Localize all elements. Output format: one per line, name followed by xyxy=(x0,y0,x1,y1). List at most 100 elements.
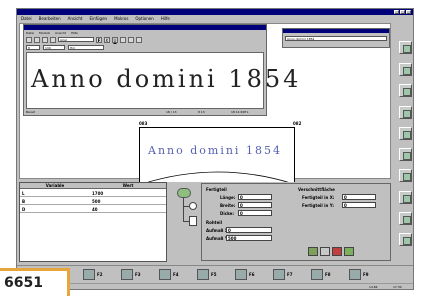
tree-panel xyxy=(171,186,199,236)
print-icon[interactable] xyxy=(50,37,56,43)
breite-field[interactable]: 0 xyxy=(238,202,272,208)
italic-icon[interactable]: K xyxy=(104,37,110,43)
table-row[interactable]: B 500 xyxy=(20,198,166,205)
status-coordinate: 14,84 xyxy=(369,285,378,289)
font-select[interactable]: Arial xyxy=(58,37,94,42)
delete-icon[interactable] xyxy=(332,247,342,256)
side-tool-icon-6[interactable] xyxy=(399,148,412,161)
fertigteil-y-field[interactable]: 0 xyxy=(342,202,376,208)
column-header-variable[interactable]: Variable xyxy=(20,183,90,189)
variable-table: Variable Wert L 1700 B 500 D 40 xyxy=(19,182,167,262)
side-tool-icon-1[interactable] xyxy=(399,41,412,54)
open-icon[interactable] xyxy=(34,37,40,43)
f3-icon xyxy=(121,269,133,280)
cell-variable: L xyxy=(22,191,25,196)
f6-icon xyxy=(235,269,247,280)
subwindow-menu: Datei Modulb Ansicht Hilfe xyxy=(26,31,78,35)
bold-icon[interactable]: F xyxy=(96,37,102,43)
minimize-button[interactable] xyxy=(394,10,399,14)
fertigteil-x-field[interactable]: 0 xyxy=(342,194,376,200)
cell-variable: B xyxy=(22,199,26,204)
workpiece-outline[interactable]: Anno domini 1854 xyxy=(139,127,295,184)
menu-einfuegen[interactable]: Einfügen xyxy=(89,16,107,21)
save-icon[interactable] xyxy=(42,37,48,43)
aufmass-y-field[interactable]: 500 xyxy=(226,235,272,241)
f3-button[interactable]: F3 xyxy=(121,269,155,281)
side-tool-icon-5[interactable] xyxy=(399,127,412,140)
width-field[interactable]: 130 xyxy=(43,44,65,50)
dicke-label: Dicke: xyxy=(220,211,234,216)
f5-icon xyxy=(197,269,209,280)
cell-value: 40 xyxy=(92,207,98,212)
close-button[interactable] xyxy=(406,10,411,14)
menu-datei[interactable]: Datei xyxy=(21,16,32,21)
table-row[interactable]: L 1700 xyxy=(20,190,166,197)
f5-button[interactable]: F5 xyxy=(197,269,231,281)
side-tool-icon-10[interactable] xyxy=(399,233,412,246)
parameter-panel: Fertigteil Länge: 0 Breite: 0 Dicke: 0 R… xyxy=(201,183,391,261)
table-row[interactable]: D 40 xyxy=(20,206,166,213)
arc-shape xyxy=(141,171,295,184)
fertigteil-x-label: Fertigteil in X: xyxy=(302,195,335,200)
aufmass-x-field[interactable]: 0 xyxy=(226,227,272,233)
sub-menu-datei[interactable]: Datei xyxy=(26,31,34,35)
f6-button[interactable]: F6 xyxy=(235,269,269,281)
side-tool-icon-9[interactable] xyxy=(399,212,412,225)
dicke-field[interactable]: 0 xyxy=(238,210,272,216)
side-tool-icon-2[interactable] xyxy=(399,63,412,76)
new-icon[interactable] xyxy=(26,37,32,43)
menu-makros[interactable]: Makros xyxy=(114,16,128,21)
f4-label: F4 xyxy=(173,272,179,277)
confirm-icon[interactable] xyxy=(308,247,318,256)
laenge-field[interactable]: 0 xyxy=(238,194,272,200)
f2-button[interactable]: F2 xyxy=(83,269,117,281)
f7-button[interactable]: F7 xyxy=(273,269,307,281)
f3-label: F3 xyxy=(135,272,141,277)
side-tool-icon-7[interactable] xyxy=(399,169,412,182)
menu-ansicht[interactable]: Ansicht xyxy=(68,16,83,21)
align-right-icon[interactable] xyxy=(136,37,142,43)
add-icon[interactable] xyxy=(344,247,354,256)
menu-optionen[interactable]: Optionen xyxy=(135,16,153,21)
folder-icon[interactable] xyxy=(177,188,191,198)
f9-button[interactable]: F9 xyxy=(349,269,383,281)
column-header-wert[interactable]: Wert xyxy=(90,183,166,189)
align-left-icon[interactable] xyxy=(120,37,126,43)
menu-hilfe[interactable]: Hilfe xyxy=(161,16,170,21)
f2-label: F2 xyxy=(97,272,103,277)
dialog-text-field[interactable]: Anno domini 1854 xyxy=(285,36,387,41)
bottom-panel: Variable Wert L 1700 B 500 D 40 Fertigte… xyxy=(19,182,391,262)
f8-button[interactable]: F8 xyxy=(311,269,345,281)
f4-button[interactable]: F4 xyxy=(159,269,193,281)
toolbar: Arial F K U xyxy=(26,37,264,43)
down-arrow-icon[interactable] xyxy=(320,247,330,256)
text-dialog: Anno domini 1854 xyxy=(282,28,390,48)
align-center-icon[interactable] xyxy=(128,37,134,43)
canvas-text: Anno domini 1854 xyxy=(148,144,282,157)
main-window: Datei Bearbeiten Ansicht Einfügen Makros… xyxy=(16,8,414,290)
preview-text: Anno domini 1854 xyxy=(31,65,302,93)
status-time: 17:34 xyxy=(393,285,402,289)
f7-label: F7 xyxy=(287,272,293,277)
text-preview-area[interactable]: Anno domini 1854 xyxy=(26,52,298,109)
underline-icon[interactable]: U xyxy=(112,37,118,43)
node-icon[interactable] xyxy=(189,216,197,226)
side-tool-icon-4[interactable] xyxy=(399,106,412,119)
sub-menu-ansicht[interactable]: Ansicht xyxy=(55,31,66,35)
f5-label: F5 xyxy=(211,272,217,277)
side-tool-icon-3[interactable] xyxy=(399,84,412,97)
text-editor-window: Datei Modulb Ansicht Hilfe Arial F K U 8 xyxy=(23,24,298,116)
rohteil-title: Rohteil xyxy=(206,220,223,225)
corner-label-tr: 082 xyxy=(293,121,302,126)
node-icon[interactable] xyxy=(189,202,197,210)
size-field[interactable]: 8 xyxy=(26,44,40,50)
action-buttons xyxy=(308,247,376,257)
spacing-field[interactable]: Hm xyxy=(68,44,104,50)
f4-icon xyxy=(159,269,171,280)
sub-menu-hilfe[interactable]: Hilfe xyxy=(71,31,78,35)
sub-menu-modulb[interactable]: Modulb xyxy=(39,31,50,35)
maximize-button[interactable] xyxy=(400,10,405,14)
side-tool-icon-8[interactable] xyxy=(399,191,412,204)
menu-bearbeiten[interactable]: Bearbeiten xyxy=(39,16,61,21)
f6-label: F6 xyxy=(249,272,255,277)
